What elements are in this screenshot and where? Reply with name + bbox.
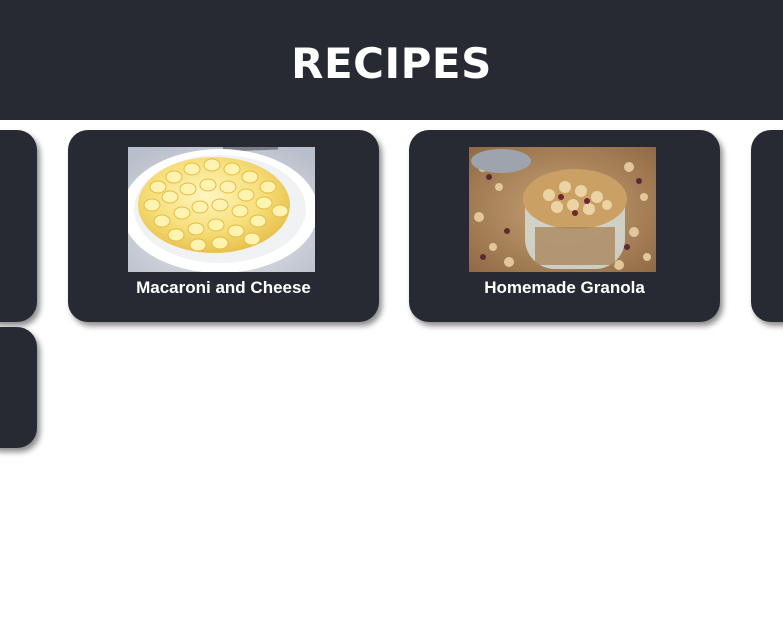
recipe-card-homemade-granola[interactable]: Homemade Granola — [409, 130, 720, 322]
page-header: RECIPES — [0, 0, 783, 120]
recipe-card-partial-right[interactable] — [751, 130, 783, 322]
macaroni-and-cheese-image[interactable] — [128, 147, 315, 272]
homemade-granola-image[interactable] — [469, 147, 656, 272]
recipe-title[interactable]: Macaroni and Cheese — [68, 278, 379, 298]
recipe-card-partial-left-top[interactable] — [0, 130, 37, 322]
recipe-card-partial-left-bottom[interactable] — [0, 327, 37, 448]
page-title: RECIPES — [291, 38, 492, 88]
recipe-title[interactable]: Homemade Granola — [409, 278, 720, 298]
recipe-card-macaroni-and-cheese[interactable]: Macaroni and Cheese — [68, 130, 379, 322]
